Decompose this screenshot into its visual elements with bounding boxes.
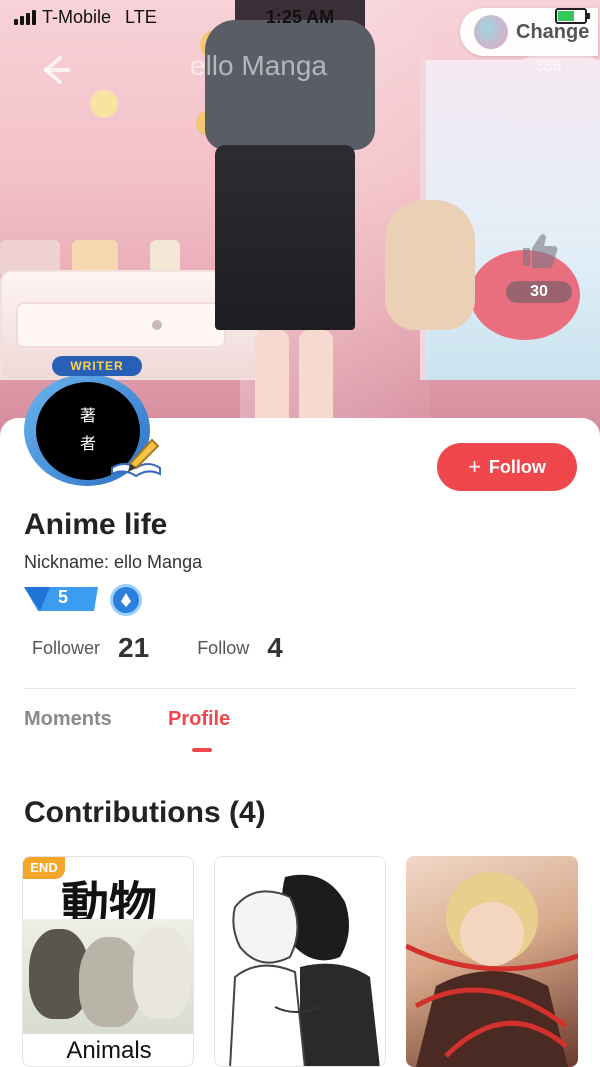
nickname: Nickname: ello Manga <box>24 552 203 572</box>
active-tab-indicator <box>192 748 212 752</box>
cover-jar <box>150 240 180 274</box>
wolves-cover-image <box>23 919 193 1034</box>
cover-flower <box>90 90 118 118</box>
avatar-text-1: 著 <box>79 408 96 425</box>
creator-badge-icon <box>110 584 142 616</box>
nav-count: 386 <box>535 58 562 75</box>
manga-cover-image <box>406 872 578 1067</box>
plus-icon: + <box>468 454 481 479</box>
writer-badge: WRITER <box>52 356 142 376</box>
nav-title: ello Manga <box>190 50 327 81</box>
follow-label[interactable]: Follow <box>197 638 249 659</box>
contribution-card[interactable]: 動物 END Animals <box>22 856 194 1067</box>
contribution-card[interactable] <box>406 856 578 1067</box>
battery-icon <box>555 8 590 24</box>
manga-cover-image <box>215 857 385 1066</box>
back-arrow-icon[interactable] <box>34 50 74 90</box>
divider <box>24 688 576 689</box>
end-badge: END <box>23 857 65 879</box>
follow-button[interactable]: + Follow <box>437 443 577 491</box>
like-count: 30 <box>506 281 572 303</box>
level-number: 5 <box>58 587 69 607</box>
profile-name: Anime life <box>24 508 168 541</box>
contribution-title: Animals <box>66 1037 152 1064</box>
avatar[interactable]: 著 者 WRITER <box>22 356 162 490</box>
follow-count[interactable]: 4 <box>267 632 283 664</box>
cover-plush-cat <box>385 200 475 330</box>
change-avatar-icon <box>474 15 508 49</box>
avatar-text-2: 者 <box>79 436 96 453</box>
contributions-title: Contributions (4) <box>24 796 266 829</box>
contribution-card[interactable] <box>214 856 386 1067</box>
follow-button-label: Follow <box>488 456 546 477</box>
follower-count[interactable]: 21 <box>118 632 149 664</box>
tab-profile[interactable]: Profile <box>168 708 230 731</box>
thumbs-up-icon <box>523 234 558 268</box>
cover-jar <box>72 240 118 274</box>
contributions-list: 動物 END Animals <box>22 856 578 1067</box>
pen-book-icon <box>111 438 161 478</box>
follow-stats: Follower 21 Follow 4 <box>32 632 331 664</box>
like-button[interactable]: 30 <box>506 228 572 303</box>
follower-label[interactable]: Follower <box>32 638 100 659</box>
tab-moments[interactable]: Moments <box>24 708 112 731</box>
level-badge: 5 <box>24 585 102 613</box>
